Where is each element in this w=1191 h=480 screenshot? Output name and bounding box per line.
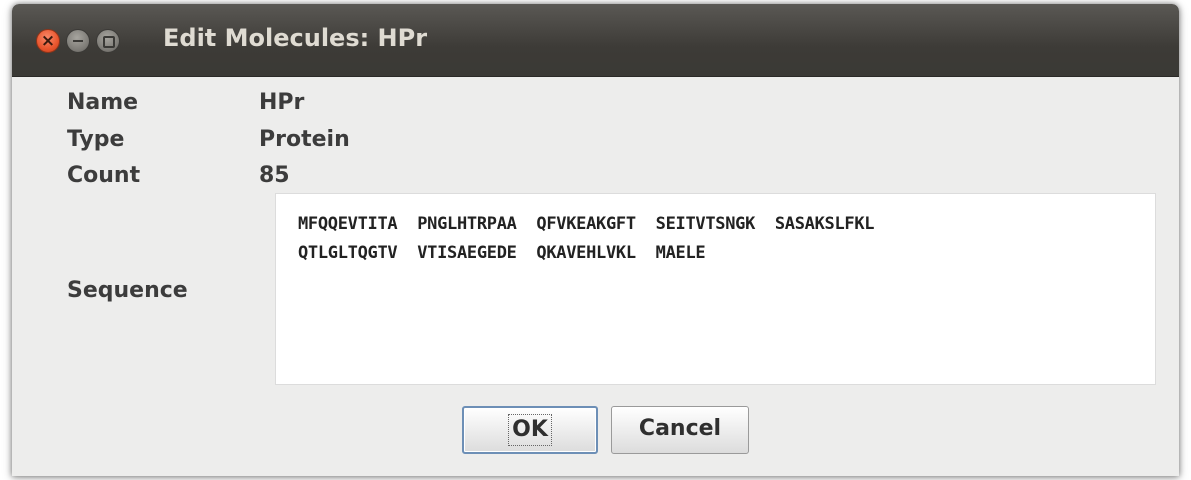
- maximize-button[interactable]: [96, 29, 120, 53]
- name-value: HPr: [259, 90, 305, 115]
- close-icon: ×: [40, 31, 56, 51]
- ok-button-label: OK: [508, 414, 552, 446]
- title-bar[interactable]: × Edit Molecules: HPr: [12, 4, 1179, 77]
- edit-molecules-dialog: × Edit Molecules: HPr Name HPr Type Prot…: [12, 4, 1179, 476]
- minimize-button[interactable]: [66, 29, 90, 53]
- name-label: Name: [67, 90, 139, 115]
- sequence-line: MFQQEVTITA PNGLHTRPAA QFVKEAKGFT SEITVTS…: [298, 214, 875, 234]
- type-value: Protein: [259, 127, 350, 152]
- cancel-button[interactable]: Cancel: [611, 406, 749, 454]
- close-button[interactable]: ×: [36, 29, 60, 53]
- sequence-text: MFQQEVTITA PNGLHTRPAA QFVKEAKGFT SEITVTS…: [298, 210, 875, 268]
- count-label: Count: [67, 163, 141, 188]
- type-label: Type: [67, 127, 125, 152]
- minimize-icon: [73, 40, 83, 42]
- sequence-textarea[interactable]: MFQQEVTITA PNGLHTRPAA QFVKEAKGFT SEITVTS…: [275, 193, 1156, 385]
- sequence-label: Sequence: [67, 278, 188, 303]
- sequence-line: QTLGLTQGTV VTISAEGEDE QKAVEHLVKL MAELE: [298, 243, 706, 263]
- maximize-icon: [103, 36, 115, 48]
- count-value: 85: [259, 163, 290, 188]
- window-title: Edit Molecules: HPr: [163, 24, 428, 52]
- ok-button[interactable]: OK: [462, 406, 598, 454]
